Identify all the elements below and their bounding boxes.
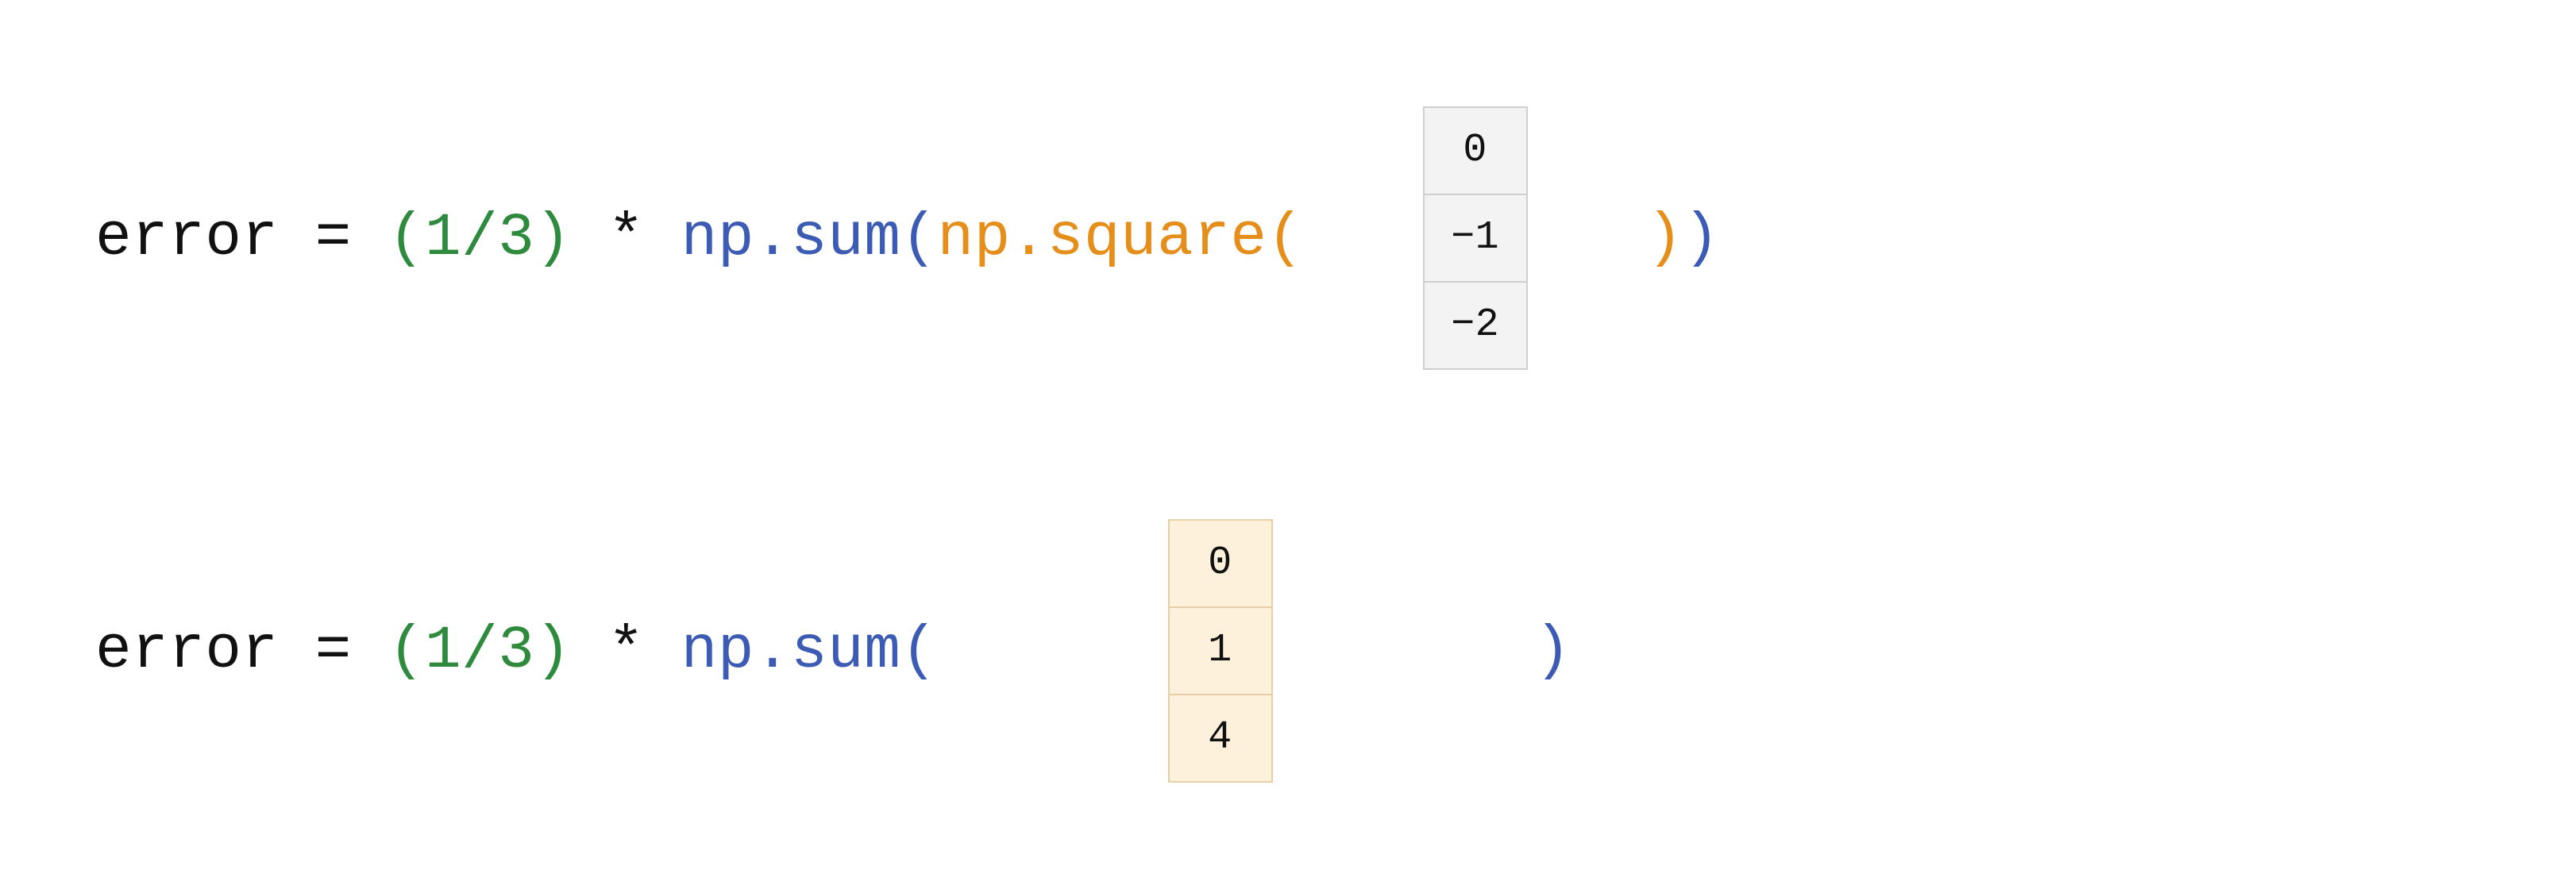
assign-op: = <box>279 208 388 268</box>
column-vector-cream: 0 1 4 <box>1168 519 1273 783</box>
sum-paren-close: ) <box>1683 208 1720 268</box>
square-paren-open: ( <box>1267 208 1303 268</box>
assign-op: = <box>279 621 388 681</box>
lhs: error <box>95 208 279 268</box>
fraction: 1/3 <box>425 208 534 268</box>
square-paren-close: ) <box>1647 208 1683 268</box>
vector-cell: 0 <box>1425 108 1528 195</box>
vector-cell: −2 <box>1425 283 1528 370</box>
np-square: np.square <box>938 208 1267 268</box>
paren-close: ) <box>534 208 571 268</box>
expression-row-1: error = ( 1/3 ) * np.sum ( np.square ( 0… <box>95 106 2481 370</box>
diagram-canvas: error = ( 1/3 ) * np.sum ( np.square ( 0… <box>0 0 2576 889</box>
paren-open: ( <box>388 208 425 268</box>
lhs: error <box>95 621 279 681</box>
paren-open: ( <box>388 621 425 681</box>
np-sum: np.sum <box>681 621 901 681</box>
mult-op: * <box>571 621 681 681</box>
vector-cell: 4 <box>1170 695 1273 783</box>
np-sum: np.sum <box>681 208 901 268</box>
column-vector-grey: 0 −1 −2 <box>1423 106 1528 370</box>
vector-cell: 1 <box>1170 608 1273 695</box>
vector-cell: −1 <box>1425 195 1528 283</box>
sum-paren-close: ) <box>1535 621 1571 681</box>
fraction: 1/3 <box>425 621 534 681</box>
vector-cell: 0 <box>1170 521 1273 608</box>
expression-row-2: error = ( 1/3 ) * np.sum ( 0 1 4 ) <box>95 519 2481 783</box>
paren-close: ) <box>534 621 571 681</box>
sum-paren-open: ( <box>900 208 937 268</box>
mult-op: * <box>571 208 681 268</box>
sum-paren-open: ( <box>900 621 937 681</box>
